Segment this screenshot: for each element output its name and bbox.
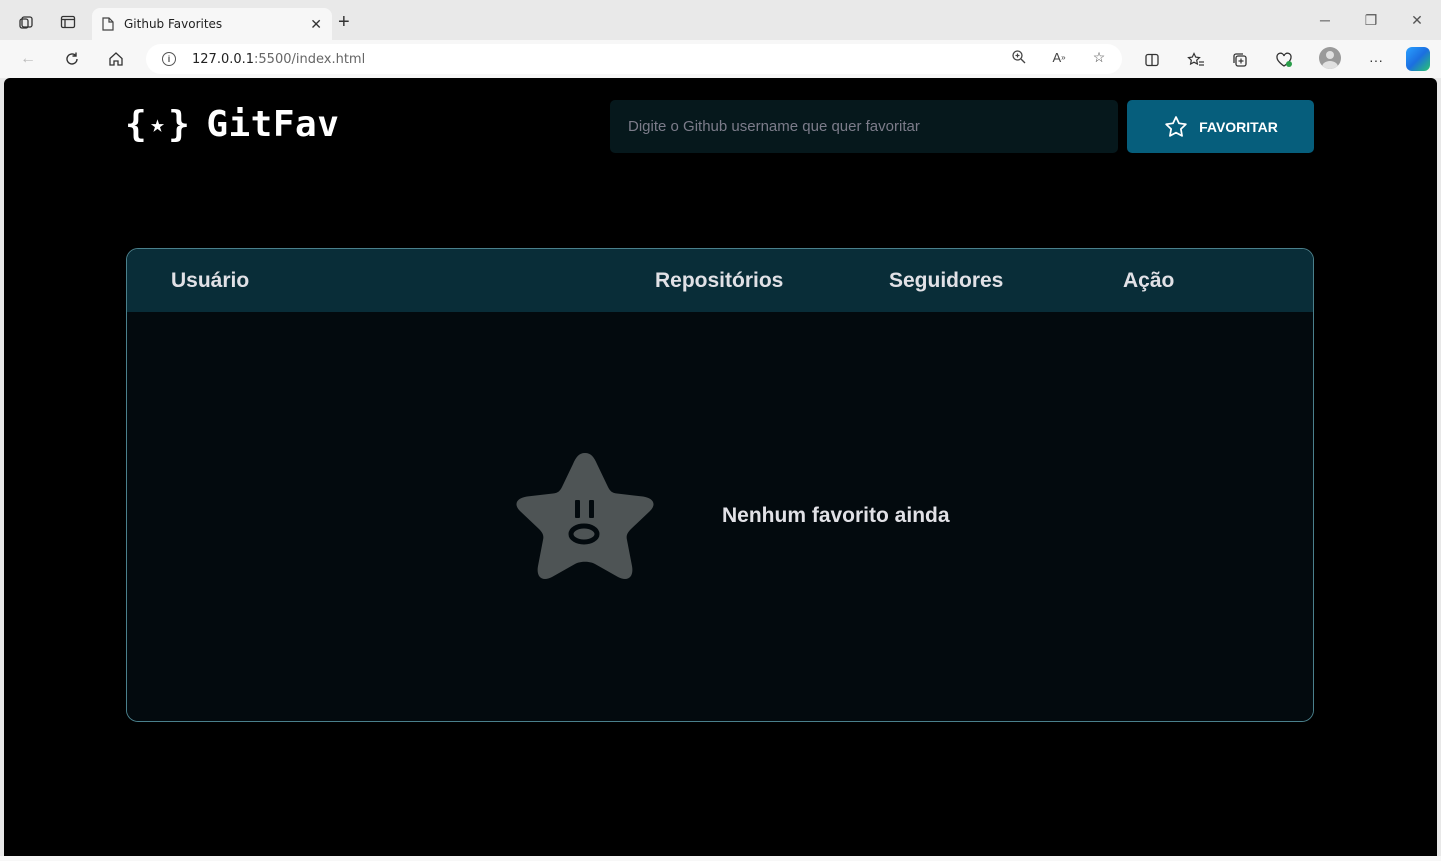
back-icon[interactable]: ←	[17, 48, 39, 70]
page-icon	[102, 17, 114, 31]
window-bottom-edge	[0, 856, 1441, 861]
browser-toolbar: ← i 127.0.0.1:5500/index.html A» ☆ ···	[0, 40, 1441, 78]
star-in-braces-icon: ★	[150, 109, 166, 138]
favoritar-button-label: FAVORITAR	[1199, 118, 1278, 135]
column-header-usuario: Usuário	[171, 269, 250, 292]
workspaces-icon[interactable]	[17, 12, 37, 32]
split-screen-icon[interactable]	[1142, 50, 1162, 70]
favorites-table: Usuário Repositórios Seguidores Ação Nen…	[126, 248, 1314, 722]
table-header: Usuário Repositórios Seguidores Ação	[127, 249, 1313, 312]
zoom-icon[interactable]	[1010, 48, 1028, 66]
app-name: GitFav	[206, 104, 340, 145]
site-info-icon[interactable]: i	[162, 52, 176, 66]
open-brace: {	[125, 104, 148, 145]
tab-actions-icon[interactable]	[58, 12, 78, 32]
restore-icon[interactable]: ❐	[1359, 12, 1383, 29]
browser-tab-bar: Github Favorites ✕ + ─ ❐ ✕	[0, 0, 1441, 40]
profile-avatar[interactable]	[1319, 47, 1341, 69]
github-username-input[interactable]	[610, 100, 1118, 153]
more-options-icon[interactable]: ···	[1366, 50, 1386, 70]
refresh-icon[interactable]	[61, 48, 83, 70]
app-logo: { ★ } GitFav	[125, 104, 339, 145]
column-header-repositorios: Repositórios	[655, 269, 784, 292]
new-tab-icon[interactable]: +	[338, 11, 350, 34]
close-tab-icon[interactable]: ✕	[310, 16, 322, 33]
favorites-icon[interactable]	[1186, 50, 1206, 70]
table-body: Nenhum favorito ainda	[127, 312, 1313, 721]
url-text[interactable]: 127.0.0.1:5500/index.html	[192, 52, 365, 67]
address-bar[interactable]: i 127.0.0.1:5500/index.html	[146, 44, 1122, 74]
close-window-icon[interactable]: ✕	[1405, 12, 1429, 29]
tab-title: Github Favorites	[124, 17, 223, 31]
star-outline-icon	[1165, 115, 1187, 137]
favoritar-button[interactable]: FAVORITAR	[1127, 100, 1314, 153]
empty-state-message: Nenhum favorito ainda	[722, 504, 950, 527]
browser-essentials-icon[interactable]	[1274, 50, 1294, 70]
browser-tab[interactable]: Github Favorites ✕	[92, 8, 332, 40]
surprised-star-icon	[516, 453, 654, 579]
copilot-icon[interactable]	[1406, 47, 1430, 71]
minimize-icon[interactable]: ─	[1313, 12, 1337, 28]
favorite-star-icon[interactable]: ☆	[1090, 48, 1108, 66]
column-header-acao: Ação	[1123, 269, 1175, 292]
collections-icon[interactable]	[1230, 50, 1250, 70]
home-icon[interactable]	[105, 48, 127, 70]
close-brace: }	[168, 104, 191, 145]
page-viewport: { ★ } GitFav FAVORITAR Usuário Repositór…	[4, 78, 1437, 856]
read-aloud-icon[interactable]: A»	[1050, 48, 1068, 66]
column-header-seguidores: Seguidores	[889, 269, 1004, 292]
